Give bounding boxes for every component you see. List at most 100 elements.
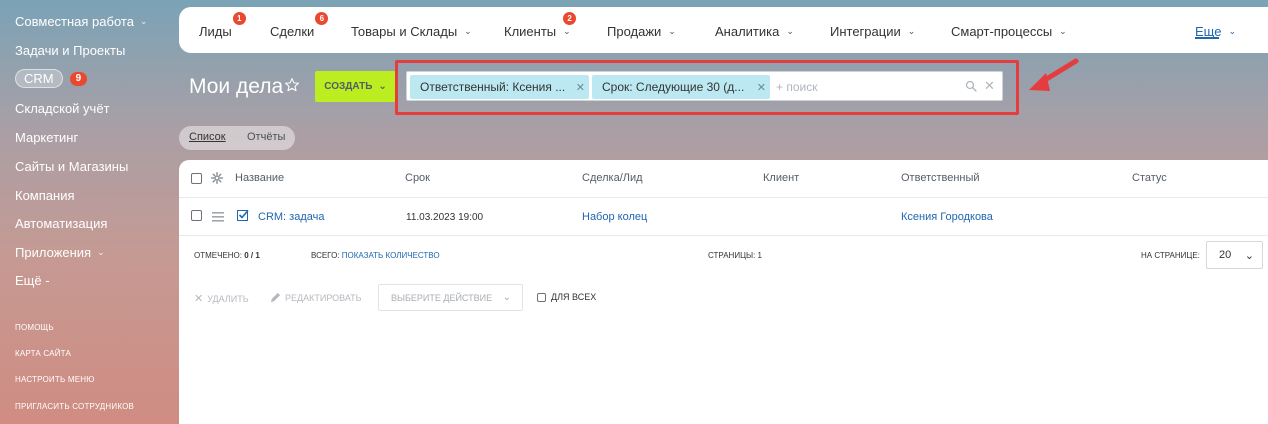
show-count-link[interactable]: ПОКАЗАТЬ КОЛИЧЕСТВО (342, 251, 440, 260)
divider (179, 235, 1268, 236)
tab-integrations[interactable]: Интеграции ⌄ (830, 24, 915, 39)
sidebar-item-more[interactable]: Ещё - (15, 273, 50, 288)
chevron-down-icon: ⌄ (502, 292, 511, 303)
gear-icon[interactable] (211, 172, 223, 184)
tab-list[interactable]: Список (189, 131, 226, 143)
divider (179, 197, 1268, 198)
clear-search-icon[interactable]: ✕ (984, 78, 995, 94)
task-checkbox-icon (237, 209, 249, 221)
star-icon[interactable] (284, 77, 300, 93)
tab-reports[interactable]: Отчёты (247, 131, 285, 143)
column-header-responsible[interactable]: Ответственный (901, 172, 980, 184)
chevron-down-icon: ⌄ (563, 26, 571, 36)
chevron-down-icon: ⌄ (668, 26, 676, 36)
help-link[interactable]: ПОМОЩЬ (15, 323, 54, 332)
column-header-status[interactable]: Статус (1132, 172, 1167, 184)
sidebar-item-sites[interactable]: Сайты и Магазины (15, 159, 128, 174)
tab-leads[interactable]: Лиды 1 (199, 12, 246, 39)
total-counter: ВСЕГО: ПОКАЗАТЬ КОЛИЧЕСТВО (311, 251, 440, 260)
sidebar-item-company[interactable]: Компания (15, 188, 75, 203)
view-switcher: Список Отчёты (179, 126, 295, 150)
crm-count-badge: 9 (69, 71, 88, 86)
sidebar-item-label: Складской учёт (15, 101, 110, 116)
tab-label: Лиды (199, 24, 232, 39)
filter-chip-deadline[interactable]: Срок: Следующие 30 (д... ✕ (592, 75, 770, 99)
task-deal-link[interactable]: Набор колец (582, 211, 647, 223)
sidebar-item-label: Автоматизация (15, 216, 108, 231)
sidebar-item-label: Компания (15, 188, 75, 203)
pages-label: СТРАНИЦЫ: (708, 251, 756, 260)
sidebar-item-collaboration[interactable]: Совместная работа ⌄ (15, 14, 148, 29)
choose-action-label: ВЫБЕРИТЕ ДЕЙСТВИЕ (391, 292, 493, 303)
page-title: Мои дела (189, 75, 284, 98)
chevron-down-icon: ⌄ (786, 26, 794, 36)
pages-counter: СТРАНИЦЫ: 1 (708, 251, 762, 260)
tab-label: Клиенты (504, 24, 557, 39)
remove-chip-icon[interactable]: ✕ (757, 81, 766, 94)
column-header-deal[interactable]: Сделка/Лид (582, 172, 643, 184)
select-all-checkbox[interactable] (191, 173, 202, 184)
chevron-down-icon: ⌄ (464, 26, 472, 36)
tab-smart-processes[interactable]: Смарт-процессы ⌄ (951, 24, 1067, 39)
sidebar-item-tasks[interactable]: Задачи и Проекты (15, 43, 125, 58)
for-all-checkbox[interactable] (537, 292, 546, 302)
pages-value: 1 (757, 251, 762, 260)
sidebar-item-label: Совместная работа (15, 14, 134, 29)
row-checkbox[interactable] (191, 210, 202, 221)
sidebar-item-label: CRM (15, 69, 63, 88)
create-button-label: СОЗДАТЬ (324, 81, 373, 92)
task-responsible-link[interactable]: Ксения Городкова (901, 211, 993, 223)
tab-products-warehouses[interactable]: Товары и Склады ⌄ (351, 24, 472, 39)
tab-label: Аналитика (715, 24, 780, 39)
sidebar-item-apps[interactable]: Приложения ⌄ (15, 245, 105, 260)
invite-employees-link[interactable]: ПРИГЛАСИТЬ СОТРУДНИКОВ (15, 402, 134, 411)
tab-sales[interactable]: Продажи ⌄ (607, 24, 676, 39)
sidebar-item-label: Ещё - (15, 273, 50, 288)
per-page-value: 20 (1219, 249, 1232, 261)
row-menu-icon[interactable] (212, 212, 224, 222)
pencil-icon (270, 292, 281, 303)
delete-label: УДАЛИТЬ (207, 293, 249, 304)
column-header-client[interactable]: Клиент (763, 172, 799, 184)
search-icon[interactable] (965, 80, 977, 92)
filter-chip-label: Ответственный: Ксения ... (420, 80, 566, 94)
create-button[interactable]: СОЗДАТЬ ⌄ (315, 71, 396, 102)
sitemap-link[interactable]: КАРТА САЙТА (15, 349, 71, 358)
checked-label: ОТМЕЧЕНО: (194, 251, 242, 260)
tab-deals[interactable]: Сделки 6 (270, 12, 329, 39)
edit-button[interactable]: РЕДАКТИРОВАТЬ (270, 292, 362, 303)
configure-menu-link[interactable]: НАСТРОИТЬ МЕНЮ (15, 375, 95, 384)
sidebar-item-marketing[interactable]: Маркетинг (15, 130, 78, 145)
filter-chip-label: Срок: Следующие 30 (д... (602, 80, 745, 94)
for-all-label: ДЛЯ ВСЕХ (551, 292, 597, 302)
delete-button[interactable]: ✕ УДАЛИТЬ (194, 292, 249, 305)
filter-search-bar[interactable]: Ответственный: Ксения ... ✕ Срок: Следую… (406, 71, 1003, 101)
edit-label: РЕДАКТИРОВАТЬ (285, 292, 362, 303)
tab-clients[interactable]: Клиенты 2 ⌄ (504, 12, 577, 39)
active-tab-underline (1195, 37, 1219, 39)
chevron-down-icon: ⌄ (1228, 26, 1236, 36)
for-all-toggle[interactable]: ДЛЯ ВСЕХ (537, 292, 596, 302)
tab-analytics[interactable]: Аналитика ⌄ (715, 24, 794, 39)
search-input[interactable] (776, 76, 956, 98)
sidebar-item-crm[interactable]: CRM 9 (15, 69, 88, 88)
task-deadline: 11.03.2023 19:00 (406, 212, 484, 223)
sidebar-item-label: Задачи и Проекты (15, 43, 126, 58)
choose-action-select[interactable]: ВЫБЕРИТЕ ДЕЙСТВИЕ ⌄ (378, 284, 523, 311)
delete-icon: ✕ (194, 293, 204, 305)
column-header-deadline[interactable]: Срок (405, 172, 430, 184)
chevron-down-icon: ⌄ (139, 16, 148, 26)
tab-label: Сделки (270, 24, 315, 39)
per-page-select[interactable]: 20 ⌄ (1206, 241, 1263, 269)
tab-label-wrap: Клиенты 2 (504, 12, 577, 39)
tab-label: Смарт-процессы (951, 24, 1053, 39)
column-header-title[interactable]: Название (235, 172, 284, 184)
remove-chip-icon[interactable]: ✕ (576, 81, 585, 94)
sidebar-item-label: Маркетинг (15, 130, 79, 145)
tab-badge: 1 (232, 12, 246, 25)
sidebar-item-warehouse[interactable]: Складской учёт (15, 101, 110, 116)
sidebar-item-automation[interactable]: Автоматизация (15, 216, 107, 231)
task-title-link[interactable]: CRM: задача (258, 211, 324, 223)
filter-chip-responsible[interactable]: Ответственный: Ксения ... ✕ (410, 75, 589, 99)
tab-label: Товары и Склады (351, 24, 458, 39)
